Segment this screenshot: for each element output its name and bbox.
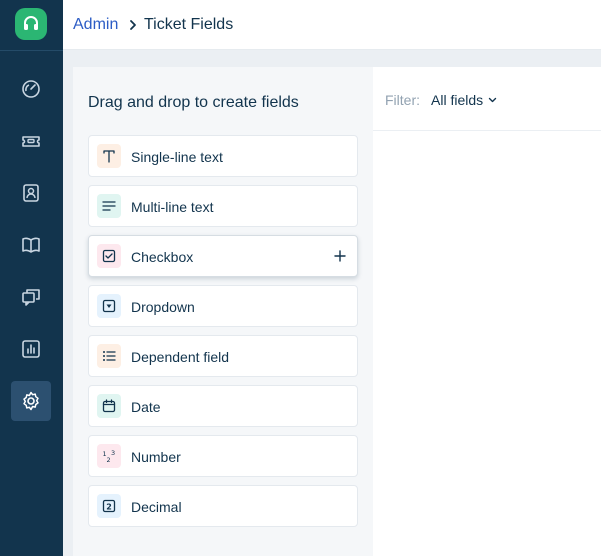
bullet-list-icon [97, 344, 121, 368]
paragraph-lines-icon [97, 194, 121, 218]
field-label: Decimal [131, 499, 182, 515]
field-multi-line-text[interactable]: Multi-line text [88, 185, 358, 227]
field-label: Dropdown [131, 299, 195, 315]
fields-list-panel: Filter: All fields [373, 67, 601, 556]
nav-dashboard[interactable] [11, 69, 51, 109]
field-checkbox[interactable]: Checkbox [88, 235, 358, 277]
nav-discussions[interactable] [11, 277, 51, 317]
filter-dropdown[interactable]: All fields [431, 92, 483, 108]
number-icon: 1 2 3 [97, 444, 121, 468]
field-date[interactable]: Date [88, 385, 358, 427]
tickets-icon [22, 136, 40, 147]
field-label: Date [131, 399, 161, 415]
freshdesk-logo[interactable] [15, 8, 47, 40]
field-label: Multi-line text [131, 199, 214, 215]
palette-title: Drag and drop to create fields [88, 94, 299, 111]
plus-icon[interactable] [333, 249, 347, 263]
calendar-icon [97, 394, 121, 418]
nav-reports[interactable] [11, 329, 51, 369]
dropdown-icon [97, 294, 121, 318]
headset-logo-icon [24, 16, 38, 30]
field-label: Number [131, 449, 181, 465]
nav-tickets[interactable] [11, 121, 51, 161]
filter-bar: Filter: All fields [373, 67, 601, 131]
discussions-icon [22, 289, 40, 306]
chevron-right-icon [130, 20, 136, 30]
field-dropdown[interactable]: Dropdown [88, 285, 358, 327]
sidebar [0, 0, 63, 556]
field-dependent-field[interactable]: Dependent field [88, 335, 358, 377]
contacts-icon [23, 184, 39, 202]
filter-label: Filter: [385, 92, 420, 108]
field-decimal[interactable]: 2 Decimal [88, 485, 358, 527]
svg-text:2: 2 [106, 502, 112, 511]
page-title: Ticket Fields [144, 16, 234, 33]
svg-text:2: 2 [107, 456, 111, 464]
field-label: Single-line text [131, 149, 223, 165]
chevron-down-icon[interactable] [488, 96, 497, 104]
nav-admin[interactable] [11, 381, 51, 421]
text-t-icon [97, 144, 121, 168]
admin-settings-icon [23, 391, 39, 411]
dashboard-icon [22, 80, 40, 98]
nav-solutions[interactable] [11, 225, 51, 265]
nav-contacts[interactable] [11, 173, 51, 213]
field-label: Dependent field [131, 349, 230, 365]
field-single-line-text[interactable]: Single-line text [88, 135, 358, 177]
field-number[interactable]: 1 2 3 Number [88, 435, 358, 477]
field-palette: Drag and drop to create fields Single-li… [73, 67, 373, 556]
reports-icon [22, 340, 40, 358]
sidebar-divider [0, 50, 63, 51]
decimal-icon: 2 [97, 494, 121, 518]
svg-text:3: 3 [111, 449, 115, 457]
field-label: Checkbox [131, 249, 194, 265]
solutions-icon [22, 237, 40, 253]
checkbox-icon [97, 244, 121, 268]
breadcrumb-admin-link[interactable]: Admin [73, 16, 118, 34]
top-header: Admin Ticket Fields [63, 0, 601, 50]
